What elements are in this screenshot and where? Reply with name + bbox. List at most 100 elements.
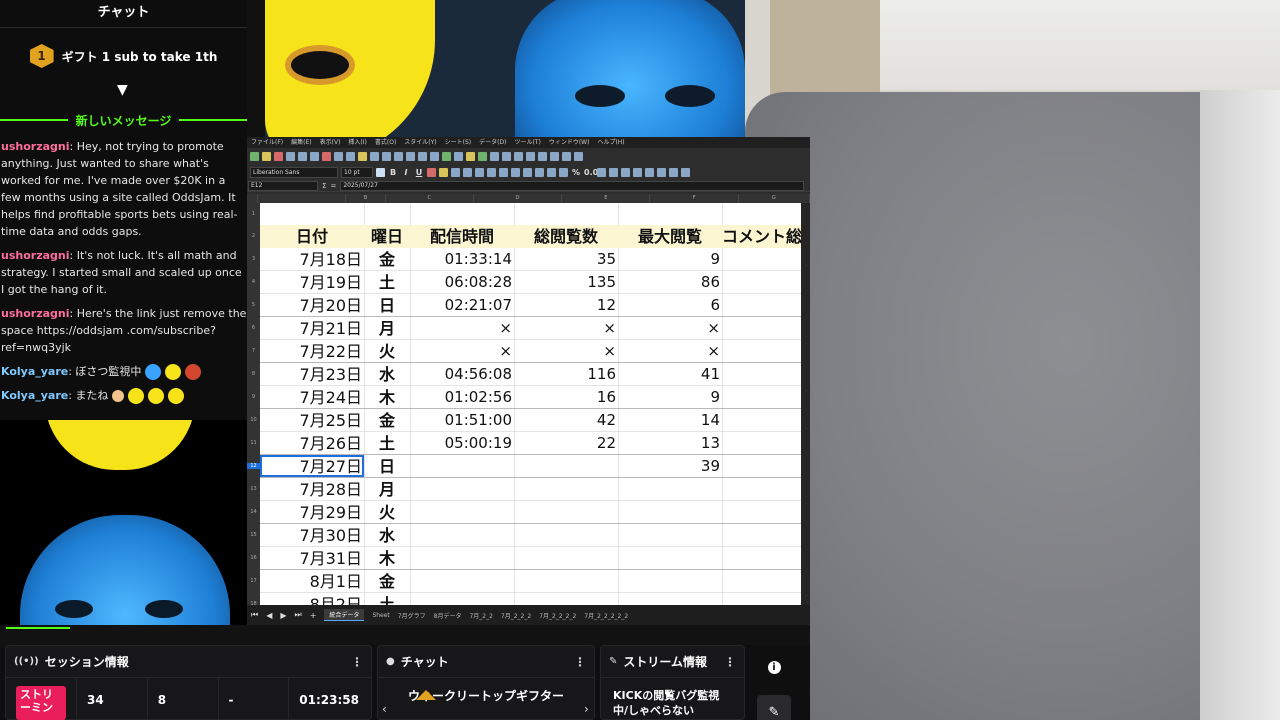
chat-username[interactable]: Kolya_yare — [1, 365, 68, 378]
menu-tools[interactable]: ツール(T) — [514, 137, 540, 148]
header-stream-time[interactable]: 配信時間 — [410, 225, 514, 248]
cell-date[interactable]: 7月24日 — [260, 386, 364, 408]
font-name-box[interactable]: Liberation Sans — [250, 166, 338, 178]
row-header[interactable]: 17 — [247, 578, 260, 584]
row-header[interactable]: 9 — [247, 394, 260, 400]
chat-username[interactable]: ushorzagni — [1, 307, 70, 320]
cell-stream-time[interactable]: 05:00:19 — [410, 432, 514, 454]
cell-comments[interactable] — [722, 524, 801, 546]
cell-weekday[interactable]: 日 — [364, 294, 410, 316]
menu-styles[interactable]: スタイル(Y) — [404, 137, 436, 148]
menu-sheet[interactable]: シート(S) — [445, 137, 472, 148]
edit-icon[interactable]: ✎ — [757, 695, 791, 720]
merge-cells-icon[interactable] — [511, 167, 520, 177]
add-sheet-icon[interactable]: + — [310, 611, 317, 620]
more-options-icon[interactable]: ⋮ — [351, 655, 363, 669]
cell-stream-time[interactable]: 01:51:00 — [410, 409, 514, 431]
cell-date[interactable]: 7月28日 — [260, 478, 364, 500]
pivot-table-icon[interactable] — [490, 151, 499, 161]
header-weekday[interactable]: 曜日 — [364, 225, 410, 248]
cell-weekday[interactable]: 金 — [364, 248, 410, 270]
cell-total-views[interactable]: 42 — [514, 409, 618, 431]
chat-username[interactable]: ushorzagni — [1, 249, 70, 262]
cell-date[interactable]: 8月2日 — [260, 593, 364, 605]
new-messages-divider[interactable]: 新しいメッセージ — [0, 111, 247, 129]
cell-weekday[interactable]: 木 — [364, 547, 410, 569]
cell-total-views[interactable] — [514, 455, 618, 477]
header-date[interactable]: 日付 — [260, 225, 364, 248]
redo-icon[interactable] — [382, 151, 391, 161]
cell-stream-time[interactable] — [410, 593, 514, 605]
font-color-icon[interactable] — [427, 167, 436, 177]
sheet-tab[interactable]: 統合データ — [324, 609, 365, 621]
vertical-scrollbar[interactable] — [801, 203, 810, 605]
cell-stream-time[interactable]: 06:08:28 — [410, 271, 514, 293]
formula-equals-icon[interactable]: = — [330, 182, 336, 190]
row-header[interactable]: 14 — [247, 509, 260, 515]
cell-comments[interactable] — [722, 478, 801, 500]
highlight-color-icon[interactable] — [439, 167, 448, 177]
cell-weekday[interactable]: 金 — [364, 409, 410, 431]
cell-peak-views[interactable]: 6 — [618, 294, 722, 316]
cell-stream-time[interactable]: × — [410, 340, 514, 362]
delete-decimal-icon[interactable] — [621, 167, 630, 177]
percent-format-button[interactable]: % — [571, 168, 581, 177]
font-size-box[interactable]: 10 pt — [341, 166, 373, 178]
currency-format-icon[interactable] — [559, 167, 568, 177]
cell-comments[interactable] — [722, 570, 801, 592]
cell-date[interactable]: 8月1日 — [260, 570, 364, 592]
menu-window[interactable]: ウィンドウ(W) — [549, 137, 590, 148]
cell-total-views[interactable]: × — [514, 340, 618, 362]
increase-indent-icon[interactable] — [633, 167, 642, 177]
cell-total-views[interactable] — [514, 547, 618, 569]
sheet-tab[interactable]: 8月データ — [434, 611, 462, 620]
cell-peak-views[interactable]: × — [618, 317, 722, 339]
menu-format[interactable]: 書式(O) — [375, 137, 396, 148]
cell-comments[interactable] — [722, 432, 801, 454]
paste-icon[interactable] — [346, 151, 355, 161]
cell-stream-time[interactable] — [410, 455, 514, 477]
align-top-icon[interactable] — [523, 167, 532, 177]
cell-date[interactable]: 7月30日 — [260, 524, 364, 546]
column-header-g[interactable]: G — [739, 194, 810, 203]
align-right-icon[interactable] — [475, 167, 484, 177]
row-header[interactable]: 12 — [247, 463, 260, 469]
cell-date[interactable]: 7月31日 — [260, 547, 364, 569]
cell-total-views[interactable]: 22 — [514, 432, 618, 454]
cell-total-views[interactable]: × — [514, 317, 618, 339]
cell-stream-time[interactable] — [410, 524, 514, 546]
cut-icon[interactable] — [322, 151, 331, 161]
row-header[interactable]: 8 — [247, 371, 260, 377]
cell-date[interactable]: 7月19日 — [260, 271, 364, 293]
cell-comments[interactable] — [722, 593, 801, 605]
cell-peak-views[interactable]: 41 — [618, 363, 722, 385]
undo-icon[interactable] — [370, 151, 379, 161]
corner-cell[interactable] — [247, 194, 259, 203]
chat-username[interactable]: ushorzagni — [1, 140, 70, 153]
next-sheet-icon[interactable]: ▶ — [280, 611, 286, 620]
save-icon[interactable] — [274, 151, 283, 161]
insert-chart-icon[interactable] — [478, 151, 487, 161]
cell-stream-time[interactable]: 04:56:08 — [410, 363, 514, 385]
cell-total-views[interactable]: 16 — [514, 386, 618, 408]
cell-total-views[interactable] — [514, 570, 618, 592]
info-icon[interactable]: i — [757, 650, 791, 684]
wrap-text-icon[interactable] — [499, 167, 508, 177]
prev-sheet-icon[interactable]: ◀ — [266, 611, 272, 620]
cell-comments[interactable] — [722, 455, 801, 477]
find-replace-icon[interactable] — [394, 151, 403, 161]
column-header-e[interactable]: E — [562, 194, 651, 203]
first-sheet-icon[interactable]: ⏮ — [251, 610, 258, 620]
sheet-tab[interactable]: Sheet — [372, 612, 389, 619]
menu-edit[interactable]: 編集(E) — [291, 137, 311, 148]
menu-file[interactable]: ファイル(F) — [251, 137, 283, 148]
cell-weekday[interactable]: 火 — [364, 340, 410, 362]
cell-comments[interactable] — [722, 248, 801, 270]
sheet-tab[interactable]: 7月_2_2_2_2 — [539, 611, 576, 620]
cell-date[interactable]: 7月22日 — [260, 340, 364, 362]
clone-formatting-icon[interactable] — [358, 151, 367, 161]
print-icon[interactable] — [298, 151, 307, 161]
last-sheet-icon[interactable]: ⏭ — [295, 610, 302, 620]
header-comments[interactable]: コメント総 — [722, 225, 801, 248]
cell-peak-views[interactable]: 13 — [618, 432, 722, 454]
